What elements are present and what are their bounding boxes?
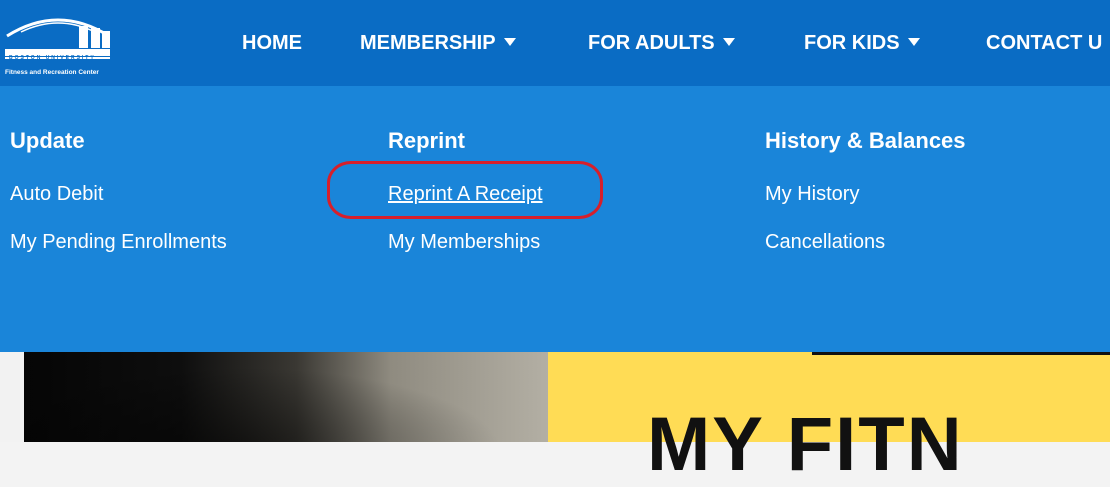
link-my-memberships[interactable]: My Memberships <box>388 230 540 254</box>
column-heading: Update <box>10 128 85 153</box>
nav-item-label: HOME <box>242 32 302 54</box>
hero-photo-shade <box>24 352 548 442</box>
nav-item-label: MEMBERSHIP <box>360 32 496 54</box>
nav-item-label: CONTACT U <box>986 32 1103 54</box>
promo-headline: MY FITN <box>647 402 964 487</box>
nav-item-contact[interactable]: CONTACT U <box>986 31 1102 55</box>
membership-dropdown-menu: Update Auto Debit My Pending Enrollments… <box>0 86 1110 352</box>
nav-item-for-kids[interactable]: FOR KIDS <box>804 31 920 55</box>
nav-item-for-adults[interactable]: FOR ADULTS <box>588 31 735 55</box>
caret-down-icon <box>722 38 735 46</box>
promo-divider <box>812 352 1110 355</box>
top-navigation-bar: BOSTON UNIVERSITY Fitness and Recreation… <box>0 0 1110 86</box>
caret-down-icon <box>907 38 920 46</box>
link-my-history[interactable]: My History <box>765 182 859 206</box>
link-my-pending-enrollments[interactable]: My Pending Enrollments <box>10 230 227 254</box>
link-auto-debit[interactable]: Auto Debit <box>10 182 103 206</box>
logo-caption: Fitness and Recreation Center <box>5 69 99 76</box>
column-heading: Reprint <box>388 128 465 153</box>
highlight-annotation-ring <box>327 161 603 219</box>
link-cancellations[interactable]: Cancellations <box>765 230 885 254</box>
nav-item-membership[interactable]: MEMBERSHIP <box>360 31 516 55</box>
nav-item-home[interactable]: HOME <box>242 31 302 55</box>
logo-wordmark: BOSTON UNIVERSITY <box>9 55 96 61</box>
nav-item-label: FOR KIDS <box>804 32 900 54</box>
caret-down-icon <box>503 38 516 46</box>
nav-item-label: FOR ADULTS <box>588 32 715 54</box>
column-heading: History & Balances <box>765 128 966 153</box>
site-logo[interactable]: BOSTON UNIVERSITY Fitness and Recreation… <box>3 10 113 78</box>
